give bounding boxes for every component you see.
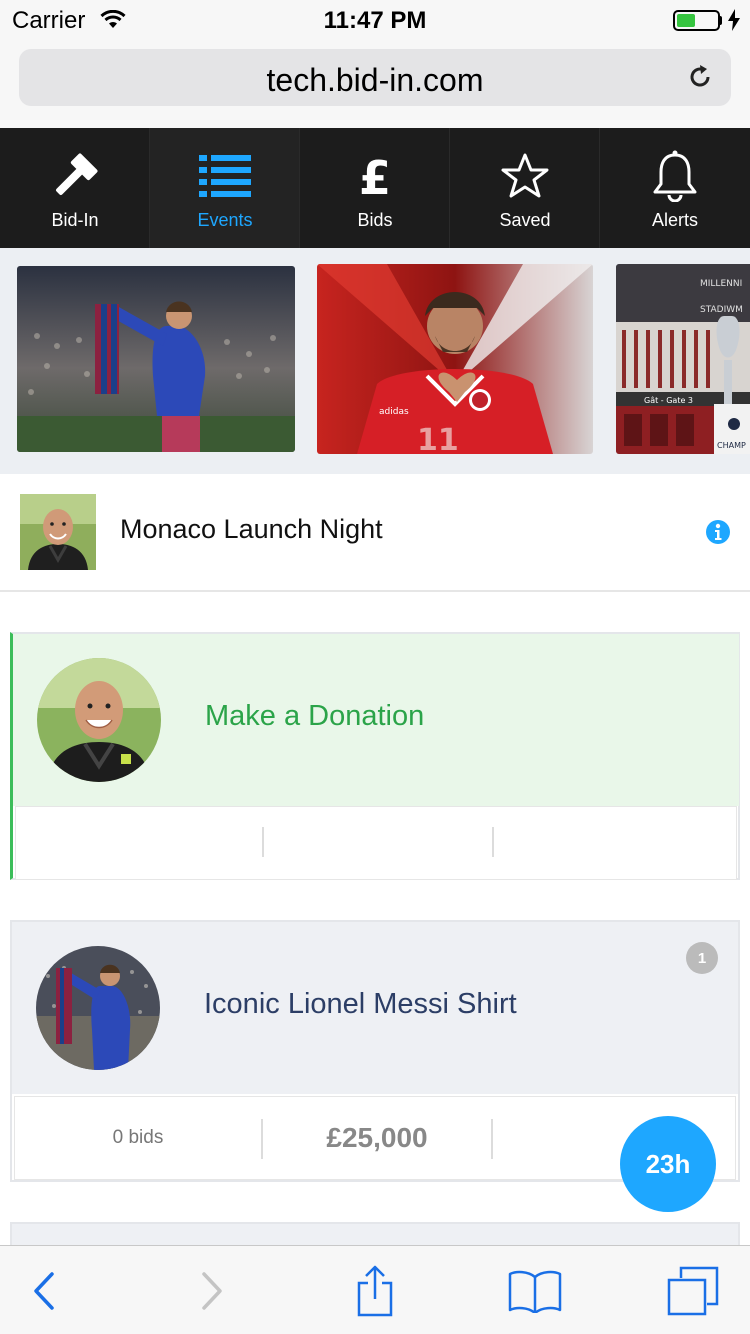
stadium-logo-text: CHAMP xyxy=(717,441,746,450)
lot-badge: 1 xyxy=(686,942,718,974)
nav-item-bid-in[interactable]: Bid-In xyxy=(0,128,150,248)
svg-text:11: 11 xyxy=(417,423,459,454)
event-title: Monaco Launch Night xyxy=(120,514,383,544)
list-icon xyxy=(150,150,300,202)
battery-nub xyxy=(719,16,722,25)
gavel-icon xyxy=(0,150,150,202)
donation-avatar xyxy=(37,658,161,782)
donation-stats-row xyxy=(15,806,737,880)
nav-item-alerts[interactable]: Alerts xyxy=(600,128,750,248)
bell-icon xyxy=(600,150,750,202)
battery-level xyxy=(677,14,695,27)
stadium-sign-top: MILLENNI xyxy=(700,279,742,289)
bids-count-cell: 0 bids xyxy=(15,1097,261,1179)
share-icon[interactable] xyxy=(335,1246,415,1334)
messi-shirt-photo xyxy=(17,266,295,452)
nav-item-bids[interactable]: £ Bids xyxy=(300,128,450,248)
donation-title[interactable]: Make a Donation xyxy=(205,700,424,733)
wales-player-heart-photo: adidas 11 xyxy=(317,264,593,454)
stadium-trophy-photo: MILLENNI STADIWM Gât - Gate 3 CHAMP xyxy=(616,264,750,454)
svg-text:adidas: adidas xyxy=(379,407,409,417)
star-icon xyxy=(450,150,600,202)
info-icon[interactable] xyxy=(705,519,731,550)
browser-toolbar xyxy=(0,1245,750,1334)
donation-stat-left xyxy=(16,807,262,879)
donation-card[interactable]: Make a Donation xyxy=(10,632,740,880)
donation-card-header[interactable]: Make a Donation xyxy=(13,634,739,806)
nav-label: Bids xyxy=(357,210,393,230)
stadium-gate-sign: Gât - Gate 3 xyxy=(644,396,693,405)
tabs-icon[interactable] xyxy=(653,1246,733,1334)
price-cell: £25,000 xyxy=(263,1097,491,1179)
bids-count: 0 bids xyxy=(112,1127,164,1148)
url-text[interactable]: tech.bid-in.com xyxy=(19,62,731,99)
carousel-slide-wales[interactable]: adidas 11 xyxy=(317,264,593,454)
donation-stat-middle xyxy=(264,807,492,879)
nav-label: Alerts xyxy=(651,210,698,230)
clock: 11:47 PM xyxy=(323,7,427,34)
time-remaining-badge[interactable]: 23h xyxy=(620,1116,716,1212)
event-organiser-avatar[interactable] xyxy=(20,494,96,570)
nav-label: Saved xyxy=(499,210,551,230)
book-icon[interactable] xyxy=(495,1246,575,1334)
reload-icon[interactable] xyxy=(685,62,715,97)
nav-item-saved[interactable]: Saved xyxy=(450,128,600,248)
pound-icon: £ xyxy=(300,150,450,202)
battery-icon xyxy=(673,10,720,31)
lot-avatar xyxy=(36,946,160,1070)
nav-item-events[interactable]: Events xyxy=(150,128,300,248)
nav-label: Bid-In xyxy=(51,210,99,230)
forward-chevron-icon[interactable] xyxy=(172,1246,252,1334)
carousel-slide-messi[interactable] xyxy=(17,266,295,452)
address-bar[interactable]: tech.bid-in.com xyxy=(19,49,731,106)
nav-label: Events xyxy=(197,210,253,230)
featured-carousel[interactable]: adidas 11 MILLENNI STADIWM Gât - Gate 3 … xyxy=(0,248,750,474)
main-nav: Bid-In Events £ Bids Saved Alerts xyxy=(0,128,750,248)
svg-text:£: £ xyxy=(359,152,391,200)
browser-address-area: tech.bid-in.com xyxy=(0,40,750,128)
carousel-slide-stadium[interactable]: MILLENNI STADIWM Gât - Gate 3 CHAMP xyxy=(616,264,750,454)
lot-price: £25,000 xyxy=(326,1122,428,1153)
stadium-sign-mid: STADIWM xyxy=(700,305,743,315)
back-chevron-icon[interactable] xyxy=(4,1246,84,1334)
donation-stat-right xyxy=(494,807,738,879)
event-header: Monaco Launch Night xyxy=(0,474,750,592)
status-bar: Carrier 11:47 PM xyxy=(0,0,750,40)
lot-card-header[interactable]: Iconic Lionel Messi Shirt 1 xyxy=(12,922,738,1094)
bolt-icon xyxy=(727,9,741,36)
lot-title[interactable]: Iconic Lionel Messi Shirt xyxy=(204,988,517,1021)
